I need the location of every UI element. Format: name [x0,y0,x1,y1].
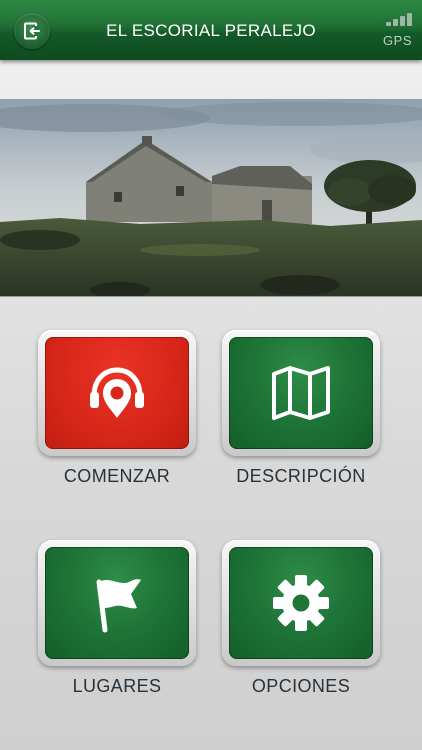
gps-label: GPS [383,33,412,48]
gps-signal-icon [378,12,412,26]
exit-button[interactable] [14,13,50,49]
lugares-label: LUGARES [72,676,162,696]
descripcion-button[interactable] [222,330,380,456]
descripcion-label: DESCRIPCIÓN [236,466,366,486]
gear-icon [273,575,329,631]
page-title: EL ESCORIAL PERALEJO [106,21,316,40]
comenzar-button[interactable] [38,330,196,456]
lugares-button[interactable] [38,540,196,666]
pin-headphones-icon [90,367,144,418]
flag-icon [96,579,141,633]
exit-icon [24,22,40,40]
gps-indicator: GPS [378,12,412,48]
map-icon [272,366,330,420]
banner-photo [0,100,422,296]
comenzar-label: COMENZAR [63,466,171,486]
app-header: EL ESCORIAL PERALEJO GPS [0,0,422,60]
opciones-button[interactable] [222,540,380,666]
opciones-label: OPCIONES [251,676,351,696]
